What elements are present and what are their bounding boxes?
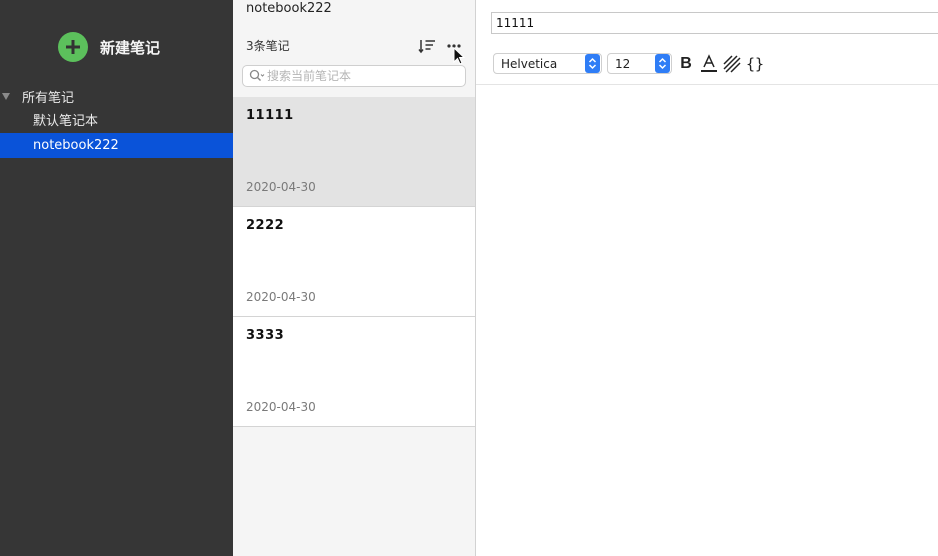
editor-panel: Helvetica 12 B xyxy=(476,0,938,556)
note-date: 2020-04-30 xyxy=(246,290,316,304)
text-color-button[interactable] xyxy=(699,53,719,75)
sidebar-item-all-notes[interactable]: 所有笔记 xyxy=(0,86,74,106)
disclosure-triangle-icon[interactable] xyxy=(2,92,10,100)
highlight-button[interactable] xyxy=(722,53,742,75)
note-item[interactable]: 3333 2020-04-30 xyxy=(233,317,475,427)
stepper-icon[interactable] xyxy=(585,54,600,73)
text-color-icon xyxy=(701,54,717,72)
sidebar-item-label: 默认笔记本 xyxy=(33,114,99,129)
sidebar-item-label: 所有笔记 xyxy=(22,90,75,106)
sidebar-item-label: notebook222 xyxy=(33,138,119,153)
notebook-title: notebook222 xyxy=(246,1,332,16)
plus-icon xyxy=(58,32,88,62)
stepper-icon[interactable] xyxy=(655,54,670,73)
note-title: 3333 xyxy=(246,328,285,343)
note-title: 2222 xyxy=(246,218,285,233)
font-family-select[interactable]: Helvetica xyxy=(493,53,602,74)
font-family-value: Helvetica xyxy=(501,56,558,71)
search-box[interactable] xyxy=(242,65,466,87)
app-window: 新建笔记 所有笔记 默认笔记本 notebook222 notebook222 … xyxy=(0,0,938,556)
bold-button[interactable]: B xyxy=(676,53,696,75)
highlight-icon xyxy=(723,55,741,73)
note-date: 2020-04-30 xyxy=(246,180,316,194)
format-toolbar: Helvetica 12 B {} xyxy=(476,50,938,85)
code-button[interactable]: {} xyxy=(745,53,765,75)
note-date: 2020-04-30 xyxy=(246,400,316,414)
sidebar: 新建笔记 所有笔记 默认笔记本 notebook222 xyxy=(0,0,233,556)
note-title-input[interactable] xyxy=(491,12,938,34)
sidebar-item-notebook222[interactable]: notebook222 xyxy=(0,133,233,158)
note-item[interactable]: 11111 2020-04-30 xyxy=(233,97,475,207)
font-size-value: 12 xyxy=(615,56,631,71)
note-list-panel: notebook222 3条笔记 111 xyxy=(233,0,476,556)
note-title: 11111 xyxy=(246,108,294,123)
note-list: 11111 2020-04-30 2222 2020-04-30 3333 20… xyxy=(233,97,475,427)
new-note-button[interactable]: 新建笔记 xyxy=(58,32,160,62)
mouse-pointer-icon xyxy=(453,47,466,65)
font-size-select[interactable]: 12 xyxy=(607,53,672,74)
search-input[interactable] xyxy=(267,69,457,83)
note-count: 3条笔记 xyxy=(246,39,290,53)
search-icon xyxy=(249,69,265,81)
sidebar-item-default-notebook[interactable]: 默认笔记本 xyxy=(0,107,233,132)
note-item[interactable]: 2222 2020-04-30 xyxy=(233,207,475,317)
sort-icon[interactable] xyxy=(418,38,436,54)
new-note-label: 新建笔记 xyxy=(100,38,161,57)
note-content-area[interactable] xyxy=(476,86,938,556)
